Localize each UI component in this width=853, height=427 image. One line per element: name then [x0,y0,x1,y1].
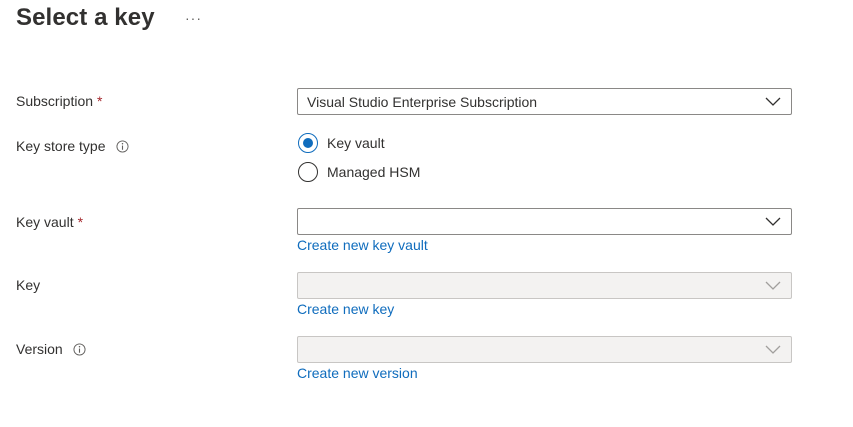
chevron-down-icon [765,345,781,354]
chevron-down-icon [765,217,781,226]
info-icon[interactable] [73,342,86,356]
radio-label-managed-hsm: Managed HSM [327,164,421,180]
key-label: Key [16,277,40,293]
create-new-version-link[interactable]: Create new version [297,365,418,381]
radio-circle[interactable] [298,133,318,153]
key-label-text: Key [16,277,41,293]
subscription-label-text: Subscription [16,93,94,109]
key-store-type-label: Key store type [16,138,129,154]
subscription-dropdown-value: Visual Studio Enterprise Subscription [307,94,538,110]
create-new-key-link[interactable]: Create new key [297,301,394,317]
chevron-down-icon [765,281,781,290]
version-dropdown [297,336,792,363]
subscription-label: Subscription * [16,93,103,109]
radio-circle[interactable] [298,162,318,182]
version-label-text: Version [16,341,63,357]
required-asterisk: * [77,214,84,230]
subscription-dropdown[interactable]: Visual Studio Enterprise Subscription [297,88,792,115]
radio-managed-hsm[interactable]: Managed HSM [298,162,420,182]
key-store-type-label-text: Key store type [16,138,106,154]
key-vault-label: Key vault * [16,214,83,230]
required-asterisk: * [97,93,103,109]
chevron-down-icon [765,97,781,106]
info-icon[interactable] [115,139,129,153]
page-title: Select a key [16,4,155,31]
radio-key-vault[interactable]: Key vault [298,133,385,153]
key-dropdown [297,272,792,299]
key-vault-label-text: Key vault [16,214,74,230]
key-vault-dropdown[interactable] [297,208,792,235]
more-options-button[interactable]: ··· [185,10,202,26]
create-new-key-vault-link[interactable]: Create new key vault [297,237,428,253]
radio-label-key-vault: Key vault [327,135,385,151]
version-label: Version [16,341,86,357]
